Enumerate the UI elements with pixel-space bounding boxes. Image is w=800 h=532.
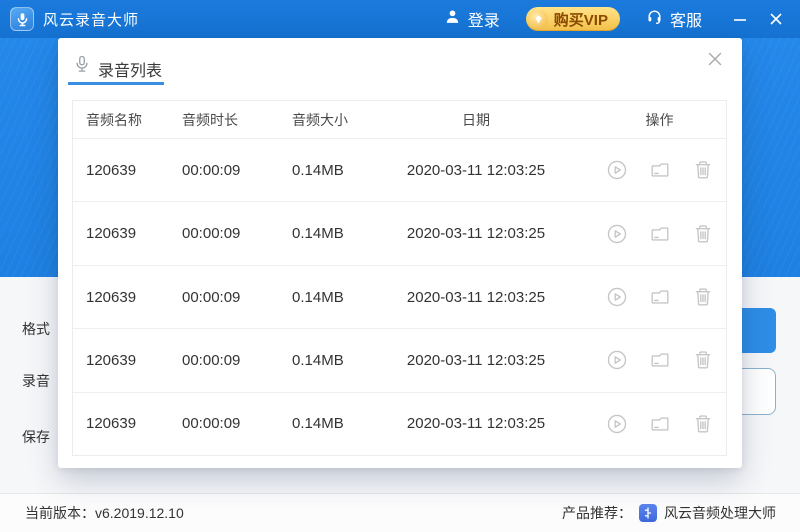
header-audio-name: 音频名称 bbox=[73, 110, 176, 130]
settings-label-format: 格式 bbox=[22, 319, 50, 339]
promo-label: 产品推荐： bbox=[562, 503, 632, 523]
recording-list-dialog: 录音列表 音频名称 音频时长 音频大小 日期 操作 120639 00:00:0… bbox=[58, 38, 742, 468]
delete-trash-icon[interactable] bbox=[692, 413, 714, 435]
customer-service-label: 客服 bbox=[670, 7, 702, 31]
open-folder-icon[interactable] bbox=[649, 349, 671, 371]
open-folder-icon[interactable] bbox=[649, 159, 671, 181]
table-row: 120639 00:00:09 0.14MB 2020-03-11 12:03:… bbox=[73, 392, 726, 455]
delete-trash-icon[interactable] bbox=[692, 159, 714, 181]
delete-trash-icon[interactable] bbox=[692, 223, 714, 245]
recording-table: 音频名称 音频时长 音频大小 日期 操作 120639 00:00:09 0.1… bbox=[72, 100, 727, 456]
window-close-button[interactable] bbox=[768, 11, 784, 27]
headset-icon bbox=[646, 8, 663, 30]
settings-label-record: 录音 bbox=[22, 371, 50, 391]
header-audio-size: 音频大小 bbox=[286, 110, 391, 130]
diamond-icon bbox=[529, 10, 548, 29]
table-row: 120639 00:00:09 0.14MB 2020-03-11 12:03:… bbox=[73, 328, 726, 391]
header-date: 日期 bbox=[391, 110, 561, 130]
cell-audio-size: 0.14MB bbox=[286, 415, 391, 432]
cell-audio-name: 120639 bbox=[73, 162, 176, 179]
delete-trash-icon[interactable] bbox=[692, 286, 714, 308]
play-icon[interactable] bbox=[606, 286, 628, 308]
settings-label-save: 保存 bbox=[22, 427, 50, 447]
cell-audio-duration: 00:00:09 bbox=[176, 289, 286, 306]
cell-audio-size: 0.14MB bbox=[286, 162, 391, 179]
tab-recording-list[interactable]: 录音列表 bbox=[98, 57, 162, 81]
microphone-icon bbox=[73, 55, 91, 77]
cell-audio-size: 0.14MB bbox=[286, 225, 391, 242]
open-folder-icon[interactable] bbox=[649, 413, 671, 435]
active-tab-underline bbox=[68, 82, 164, 85]
titlebar: 风云录音大师 登录 购买VIP bbox=[0, 0, 800, 38]
app-logo-microphone-icon bbox=[10, 7, 34, 31]
cell-audio-duration: 00:00:09 bbox=[176, 225, 286, 242]
table-row: 120639 00:00:09 0.14MB 2020-03-11 12:03:… bbox=[73, 265, 726, 328]
login-button[interactable]: 登录 bbox=[444, 7, 500, 31]
open-folder-icon[interactable] bbox=[649, 286, 671, 308]
cell-audio-name: 120639 bbox=[73, 289, 176, 306]
cell-date: 2020-03-11 12:03:25 bbox=[391, 162, 561, 179]
buy-vip-button[interactable]: 购买VIP bbox=[526, 7, 620, 31]
cell-audio-name: 120639 bbox=[73, 352, 176, 369]
cell-audio-size: 0.14MB bbox=[286, 352, 391, 369]
dialog-close-icon[interactable] bbox=[706, 50, 724, 68]
cell-audio-duration: 00:00:09 bbox=[176, 162, 286, 179]
promo-product-name: 风云音频处理大师 bbox=[664, 503, 776, 523]
cell-audio-name: 120639 bbox=[73, 225, 176, 242]
play-icon[interactable] bbox=[606, 349, 628, 371]
cell-audio-size: 0.14MB bbox=[286, 289, 391, 306]
product-recommendation-link[interactable]: 产品推荐： 风云音频处理大师 bbox=[562, 503, 776, 523]
open-folder-icon[interactable] bbox=[649, 223, 671, 245]
cell-date: 2020-03-11 12:03:25 bbox=[391, 415, 561, 432]
table-header-row: 音频名称 音频时长 音频大小 日期 操作 bbox=[73, 101, 726, 138]
play-icon[interactable] bbox=[606, 413, 628, 435]
app-title: 风云录音大师 bbox=[43, 9, 139, 30]
customer-service-button[interactable]: 客服 bbox=[646, 7, 702, 31]
user-icon bbox=[444, 8, 461, 30]
titlebar-actions: 登录 购买VIP bbox=[444, 0, 784, 38]
version-text: 当前版本：v6.2019.12.10 bbox=[25, 503, 184, 523]
cell-audio-duration: 00:00:09 bbox=[176, 352, 286, 369]
play-icon[interactable] bbox=[606, 159, 628, 181]
buy-vip-label: 购买VIP bbox=[554, 9, 608, 30]
header-actions: 操作 bbox=[561, 110, 726, 130]
app-window: 风云录音大师 登录 购买VIP bbox=[0, 0, 800, 532]
cell-date: 2020-03-11 12:03:25 bbox=[391, 352, 561, 369]
status-bar: 当前版本：v6.2019.12.10 产品推荐： 风云音频处理大师 bbox=[0, 493, 800, 532]
header-audio-duration: 音频时长 bbox=[176, 110, 286, 130]
table-row: 120639 00:00:09 0.14MB 2020-03-11 12:03:… bbox=[73, 138, 726, 201]
play-icon[interactable] bbox=[606, 223, 628, 245]
window-minimize-button[interactable] bbox=[732, 11, 748, 27]
cell-date: 2020-03-11 12:03:25 bbox=[391, 289, 561, 306]
recommended-app-icon bbox=[639, 504, 657, 522]
cell-audio-duration: 00:00:09 bbox=[176, 415, 286, 432]
cell-audio-name: 120639 bbox=[73, 415, 176, 432]
table-row: 120639 00:00:09 0.14MB 2020-03-11 12:03:… bbox=[73, 201, 726, 264]
cell-date: 2020-03-11 12:03:25 bbox=[391, 225, 561, 242]
delete-trash-icon[interactable] bbox=[692, 349, 714, 371]
login-label: 登录 bbox=[468, 7, 500, 31]
